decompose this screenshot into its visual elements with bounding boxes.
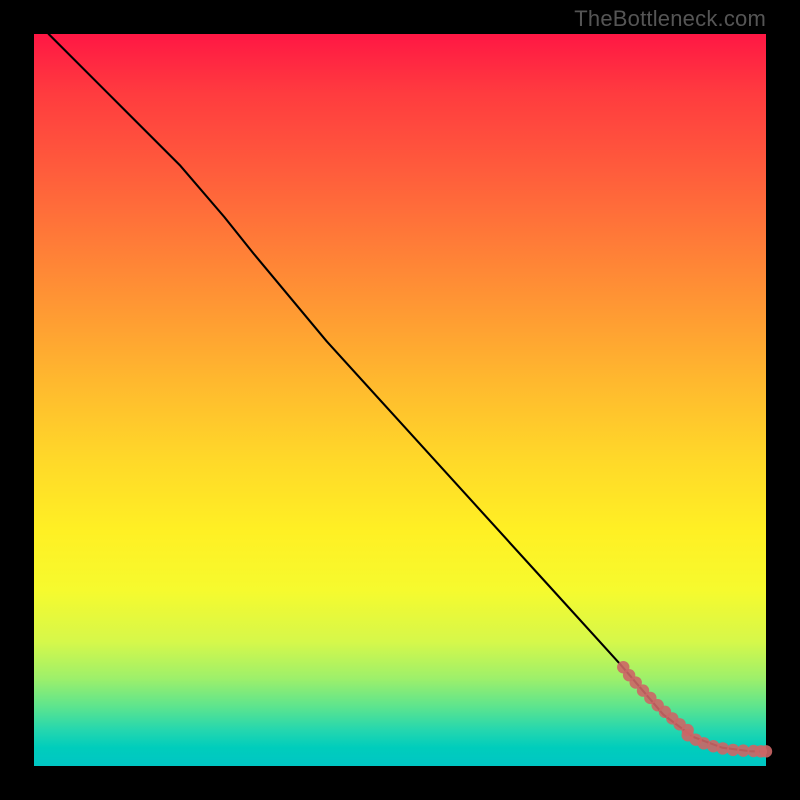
plot-area — [34, 34, 766, 766]
watermark-text: TheBottleneck.com — [574, 6, 766, 32]
curve-path — [49, 34, 766, 751]
chart-frame: TheBottleneck.com — [0, 0, 800, 800]
scatter-group — [617, 661, 772, 758]
scatter-point — [760, 745, 772, 757]
chart-svg — [34, 34, 766, 766]
